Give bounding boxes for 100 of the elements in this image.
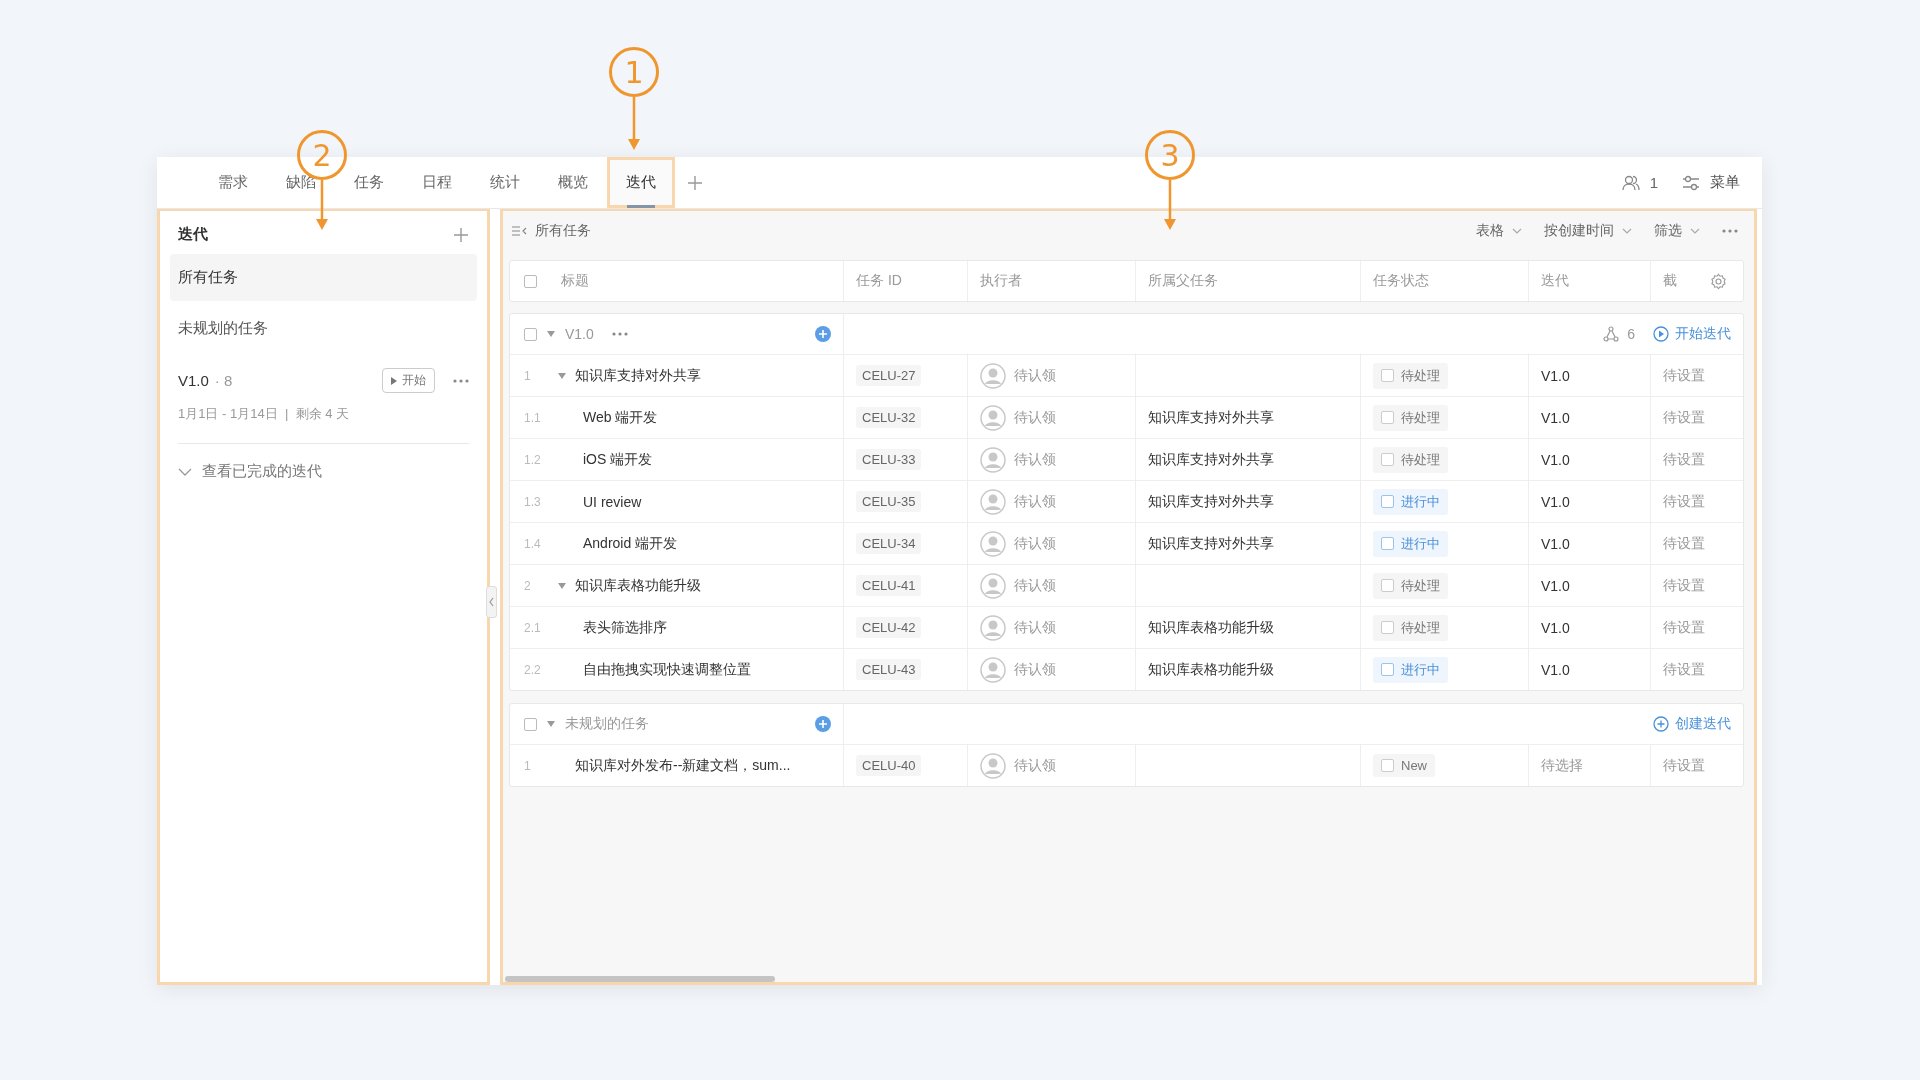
more-icon[interactable] (1722, 229, 1738, 233)
member-count: 1 (1649, 174, 1658, 191)
status-checkbox[interactable] (1381, 621, 1394, 634)
avatar-icon (980, 446, 1006, 473)
caret-icon[interactable] (558, 372, 566, 379)
status-tag[interactable]: New (1373, 754, 1435, 777)
deadline-cell: 待设置 (1663, 756, 1705, 775)
horizontal-scrollbar[interactable] (505, 976, 775, 982)
column-header[interactable]: 所属父任务 (1148, 272, 1218, 290)
iteration-cell: V1.0 (1541, 535, 1570, 552)
nav-tab[interactable]: 日程 (403, 157, 471, 208)
parent-task: 知识库表格功能升级 (1148, 618, 1274, 637)
task-title[interactable]: Web 端开发 (583, 408, 658, 427)
iteration-cell: 待选择 (1541, 756, 1583, 775)
task-title[interactable]: 知识库表格功能升级 (575, 576, 701, 595)
column-header[interactable]: 任务状态 (1373, 272, 1429, 290)
callout-arrow (628, 97, 640, 150)
list-collapse-icon[interactable] (511, 226, 527, 236)
sliders-icon[interactable] (1682, 174, 1700, 191)
task-id: CELU-40 (856, 755, 922, 776)
assignee: 待认领 (1014, 576, 1056, 595)
deadline-cell: 待设置 (1663, 576, 1705, 595)
status-checkbox[interactable] (1381, 663, 1394, 676)
deadline-cell: 待设置 (1663, 492, 1705, 511)
add-tab-icon[interactable] (687, 174, 703, 191)
task-title[interactable]: Android 端开发 (583, 534, 678, 553)
task-title[interactable]: UI review (583, 493, 642, 510)
status-tag[interactable]: 待处理 (1373, 446, 1448, 473)
task-title[interactable]: iOS 端开发 (583, 450, 653, 469)
deadline-cell: 待设置 (1663, 450, 1705, 469)
chevron-down-icon (1690, 228, 1700, 234)
status-checkbox[interactable] (1381, 369, 1394, 382)
caret-icon[interactable] (547, 331, 555, 337)
avatar-icon (980, 656, 1006, 683)
status-tag[interactable]: 待处理 (1373, 572, 1448, 599)
collapse-handle[interactable] (486, 586, 497, 618)
select-all-checkbox[interactable] (524, 274, 537, 288)
filter-dropdown[interactable]: 筛选 (1654, 222, 1700, 240)
status-checkbox[interactable] (1381, 411, 1394, 424)
parent-task: 知识库支持对外共享 (1148, 534, 1274, 553)
start-button[interactable]: 开始 (382, 368, 435, 393)
menu-button[interactable]: 菜单 (1710, 173, 1740, 192)
status-tag[interactable]: 进行中 (1373, 488, 1448, 515)
column-header[interactable]: 标题 (561, 272, 589, 290)
create-iteration-button[interactable]: 创建迭代 (1653, 715, 1731, 733)
sidebar-item[interactable]: 所有任务 (170, 254, 477, 301)
start-iteration-button[interactable]: 开始迭代 (1653, 325, 1731, 343)
caret-icon[interactable] (558, 582, 566, 589)
more-icon[interactable] (611, 332, 628, 336)
assignee: 待认领 (1014, 366, 1056, 385)
status-checkbox[interactable] (1381, 453, 1394, 466)
status-tag[interactable]: 进行中 (1373, 530, 1448, 557)
plus-circle-icon (1653, 716, 1669, 732)
sidebar-title: 迭代 (178, 225, 208, 244)
sort-dropdown[interactable]: 按创建时间 (1544, 222, 1632, 240)
task-title[interactable]: 知识库对外发布--新建文档，sum... (575, 756, 791, 775)
group-name: 未规划的任务 (565, 715, 649, 733)
avatar-icon (980, 572, 1006, 599)
nav-tab[interactable]: 迭代 (607, 157, 675, 208)
callout-arrow (316, 180, 328, 230)
settings-icon[interactable] (1710, 272, 1727, 290)
add-icon[interactable] (815, 716, 831, 732)
task-title[interactable]: 知识库支持对外共享 (575, 366, 701, 385)
group-checkbox[interactable] (524, 717, 537, 731)
column-header[interactable]: 迭代 (1541, 272, 1569, 290)
panel-title: 所有任务 (535, 222, 591, 240)
caret-icon[interactable] (547, 721, 555, 727)
task-id: CELU-34 (856, 533, 922, 554)
iteration-count: · 8 (214, 372, 233, 389)
sidebar-item[interactable]: 未规划的任务 (170, 305, 477, 352)
avatar-icon (980, 362, 1006, 389)
callout-number: 3 (1145, 130, 1195, 180)
nav-tab[interactable]: 需求 (199, 157, 267, 208)
status-tag[interactable]: 待处理 (1373, 404, 1448, 431)
add-iteration-icon[interactable] (453, 226, 469, 243)
assignee: 待认领 (1014, 618, 1056, 637)
column-header[interactable]: 执行者 (980, 272, 1022, 290)
add-icon[interactable] (815, 326, 831, 342)
iteration-cell: V1.0 (1541, 451, 1570, 468)
task-title[interactable]: 表头筛选排序 (583, 618, 667, 637)
status-checkbox[interactable] (1381, 495, 1394, 508)
assignee: 待认领 (1014, 756, 1056, 775)
column-header[interactable]: 截 (1663, 272, 1677, 290)
completed-iterations-toggle[interactable]: 查看已完成的迭代 (170, 456, 330, 487)
status-tag[interactable]: 待处理 (1373, 614, 1448, 641)
status-tag[interactable]: 进行中 (1373, 656, 1448, 683)
status-tag[interactable]: 待处理 (1373, 362, 1448, 389)
avatar-icon (980, 404, 1006, 431)
task-title[interactable]: 自由拖拽实现快速调整位置 (583, 660, 751, 679)
status-checkbox[interactable] (1381, 579, 1394, 592)
view-dropdown[interactable]: 表格 (1476, 222, 1522, 240)
row-number: 1.3 (524, 494, 542, 509)
row-number: 1 (524, 758, 532, 773)
nav-tab[interactable]: 概览 (539, 157, 607, 208)
more-icon[interactable] (453, 378, 469, 383)
status-checkbox[interactable] (1381, 759, 1394, 772)
group-checkbox[interactable] (524, 327, 537, 341)
nav-tab[interactable]: 统计 (471, 157, 539, 208)
status-checkbox[interactable] (1381, 537, 1394, 550)
deadline-cell: 待设置 (1663, 660, 1705, 679)
